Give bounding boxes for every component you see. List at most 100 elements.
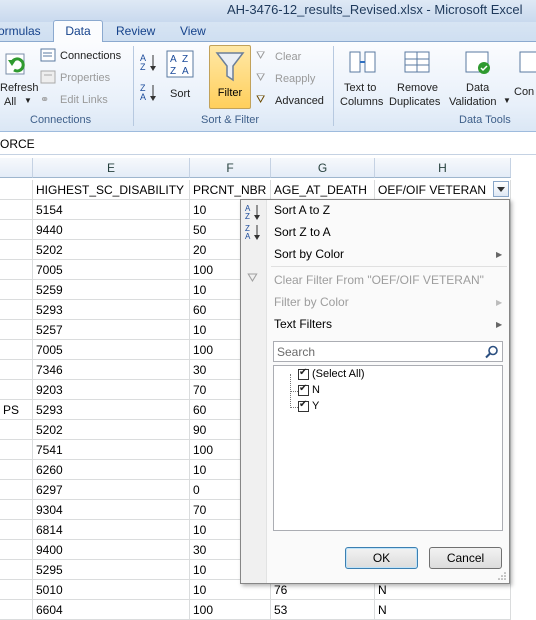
table-cell[interactable] <box>0 340 33 360</box>
properties-button[interactable]: Properties <box>40 70 130 86</box>
cell[interactable] <box>0 180 33 200</box>
table-cell[interactable] <box>0 260 33 280</box>
field-header-cell[interactable]: OEF/OIF VETERAN <box>375 180 511 200</box>
filter-button[interactable]: Filter <box>209 45 251 109</box>
text-to-columns-button[interactable]: Text to Columns <box>338 46 388 110</box>
edit-links-button[interactable]: ⚭ Edit Links <box>40 92 130 108</box>
table-cell[interactable] <box>0 380 33 400</box>
tree-line <box>290 391 298 392</box>
formula-bar[interactable]: ORCE <box>0 133 536 155</box>
reapply-button[interactable]: ⛛ Reapply <box>256 72 326 88</box>
advanced-button[interactable]: ⛛ Advanced <box>256 94 328 110</box>
menu-clear-filter[interactable]: Clear Filter From "OEF/OIF VETERAN" <box>274 273 484 287</box>
value-y-checkbox[interactable] <box>298 399 309 412</box>
table-cell[interactable] <box>0 480 33 500</box>
filter-dropdown-arrow-icon[interactable] <box>493 181 509 197</box>
tab-review[interactable]: Review <box>116 24 155 38</box>
table-cell[interactable]: 7005 <box>33 260 190 280</box>
table-cell[interactable] <box>0 240 33 260</box>
table-cell[interactable]: 7346 <box>33 360 190 380</box>
table-cell[interactable]: 6814 <box>33 520 190 540</box>
sort-az-icon: AZ <box>245 204 260 221</box>
table-cell[interactable]: 5293 <box>33 400 190 420</box>
field-header-cell[interactable]: AGE_AT_DEATH <box>271 180 375 200</box>
menu-sort-a-to-z[interactable]: Sort A to Z <box>274 203 330 217</box>
column-header-d[interactable] <box>0 158 33 178</box>
remove-duplicates-button[interactable]: Remove Duplicates <box>389 46 447 110</box>
connections-button[interactable]: Connections <box>40 48 130 64</box>
tab-data[interactable]: Data <box>53 20 103 43</box>
column-header-h[interactable]: H <box>375 158 511 178</box>
column-header-g[interactable]: G <box>271 158 375 178</box>
clear-button[interactable]: ⛛ Clear <box>256 50 326 66</box>
table-cell[interactable]: 100 <box>190 600 271 620</box>
table-cell[interactable]: 6297 <box>33 480 190 500</box>
sort-button[interactable]: AZZA Sort <box>164 46 198 108</box>
table-cell[interactable] <box>0 300 33 320</box>
properties-label: Properties <box>60 72 111 84</box>
cancel-button[interactable]: Cancel <box>429 547 502 569</box>
table-cell[interactable] <box>0 200 33 220</box>
table-cell[interactable]: PS <box>0 400 33 420</box>
tab-formulas[interactable]: ormulas <box>0 24 41 38</box>
table-cell[interactable] <box>0 360 33 380</box>
sort-az-button[interactable]: AZ <box>139 52 159 72</box>
table-cell[interactable]: 5154 <box>33 200 190 220</box>
table-cell[interactable]: 9440 <box>33 220 190 240</box>
filter-values-list[interactable]: (Select All) N Y <box>273 365 503 531</box>
consolidate-button[interactable]: Con <box>512 46 536 110</box>
refresh-all-button[interactable]: Refresh All ▼ <box>0 46 39 108</box>
data-validation-button[interactable]: Data Validation ▼ <box>448 46 511 110</box>
table-cell[interactable]: 6604 <box>33 600 190 620</box>
filter-search-input[interactable]: Search <box>273 341 503 362</box>
menu-sort-z-to-a[interactable]: Sort Z to A <box>274 225 331 239</box>
table-cell[interactable] <box>0 540 33 560</box>
column-header-f[interactable]: F <box>190 158 271 178</box>
field-header-cell[interactable]: HIGHEST_SC_DISABILITY <box>33 180 190 200</box>
table-cell[interactable]: 5259 <box>33 280 190 300</box>
formula-bar-value: ORCE <box>0 137 35 151</box>
table-cell[interactable]: 5202 <box>33 420 190 440</box>
data-tools-group-label: Data Tools <box>459 114 511 126</box>
ok-button[interactable]: OK <box>345 547 418 569</box>
validation-label: Validation <box>449 96 497 108</box>
value-n-checkbox[interactable] <box>298 383 309 396</box>
submenu-arrow-icon: ▶ <box>496 250 503 259</box>
table-cell[interactable]: 9400 <box>33 540 190 560</box>
table-cell[interactable]: 5010 <box>33 580 190 600</box>
field-header-cell[interactable]: PRCNT_NBR <box>190 180 271 200</box>
connections-icon <box>40 48 56 62</box>
table-cell[interactable]: 5295 <box>33 560 190 580</box>
table-cell[interactable] <box>0 280 33 300</box>
table-cell[interactable] <box>0 220 33 240</box>
consolidate-label: Con <box>514 86 535 98</box>
table-cell[interactable] <box>0 460 33 480</box>
table-cell[interactable]: 6260 <box>33 460 190 480</box>
table-cell[interactable]: 53 <box>271 600 375 620</box>
table-cell[interactable]: 5202 <box>33 240 190 260</box>
sort-za-button[interactable]: ZA <box>139 82 159 102</box>
table-cell[interactable] <box>0 500 33 520</box>
table-cell[interactable]: 7005 <box>33 340 190 360</box>
menu-filter-by-color[interactable]: Filter by Color <box>274 295 349 309</box>
table-cell[interactable] <box>0 600 33 620</box>
table-cell[interactable] <box>0 320 33 340</box>
connections-label: Connections <box>60 50 122 62</box>
table-cell[interactable]: 9304 <box>33 500 190 520</box>
tab-view[interactable]: View <box>180 24 206 38</box>
table-cell[interactable]: 5293 <box>33 300 190 320</box>
select-all-checkbox[interactable] <box>298 367 309 380</box>
table-cell[interactable]: 9203 <box>33 380 190 400</box>
table-cell[interactable] <box>0 580 33 600</box>
table-cell[interactable] <box>0 420 33 440</box>
table-cell[interactable]: 7541 <box>33 440 190 460</box>
table-cell[interactable]: 5257 <box>33 320 190 340</box>
table-cell[interactable]: N <box>375 600 511 620</box>
menu-sort-by-color[interactable]: Sort by Color <box>274 247 344 261</box>
table-cell[interactable] <box>0 520 33 540</box>
table-cell[interactable] <box>0 560 33 580</box>
table-cell[interactable] <box>0 440 33 460</box>
clear-filter-icon: ⛛ <box>256 50 266 62</box>
column-header-e[interactable]: E <box>33 158 190 178</box>
menu-text-filters[interactable]: Text Filters <box>274 317 332 331</box>
